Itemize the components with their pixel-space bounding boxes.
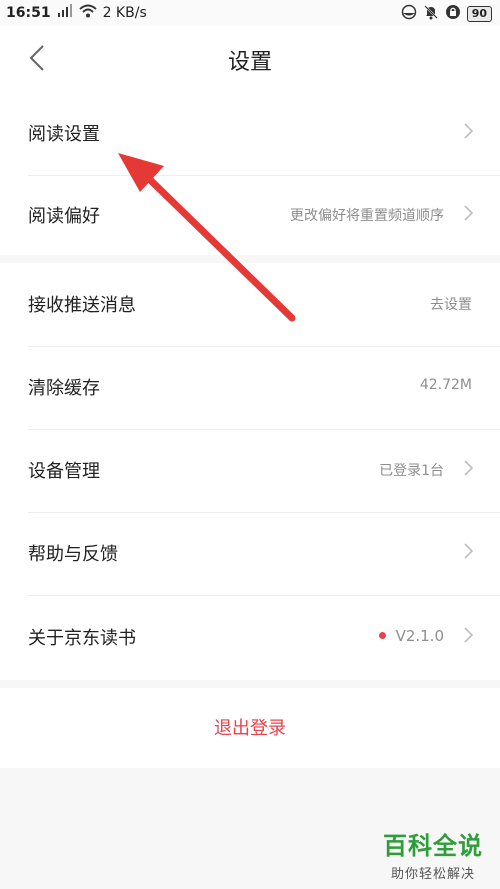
help-feedback-label: 帮助与反馈	[28, 544, 118, 565]
page-title: 设置	[227, 50, 272, 75]
settings-group-reading: 阅读设置 阅读偏好 更改偏好将重置频道顺序	[0, 92, 500, 255]
chevron-right-icon	[462, 203, 474, 223]
device-management-row[interactable]: 设备管理 已登录1台	[28, 429, 500, 513]
status-bar-left: 16:51 2 KB/s	[6, 4, 147, 22]
watermark-subtitle: 助你轻松解决	[390, 867, 475, 882]
help-feedback-row[interactable]: 帮助与反馈	[28, 512, 500, 596]
watermark-logo: 百科全说 助你轻松解决	[370, 826, 496, 886]
settings-group-general: 接收推送消息 去设置 清除缓存 42.72M 设备管理 已登录1台 帮助与反馈 …	[0, 263, 500, 680]
bell-off-icon	[423, 4, 439, 24]
device-management-value: 已登录1台	[379, 463, 444, 479]
reading-preferences-value: 更改偏好将重置频道顺序	[290, 208, 444, 224]
chevron-right-icon	[462, 121, 474, 141]
logout-area: 退出登录	[0, 688, 500, 768]
reading-settings-row[interactable]: 阅读设置	[28, 92, 500, 176]
push-messages-label: 接收推送消息	[28, 295, 136, 316]
status-time: 16:51	[6, 5, 51, 21]
reading-settings-label: 阅读设置	[28, 124, 100, 145]
chevron-right-icon	[462, 458, 474, 478]
wifi-icon	[78, 4, 97, 22]
clear-cache-row[interactable]: 清除缓存 42.72M	[28, 346, 500, 430]
lock-icon	[445, 4, 461, 24]
battery-indicator: 90	[466, 6, 492, 22]
header: 设置	[0, 26, 500, 92]
status-bar: 16:51 2 KB/s 90	[0, 0, 500, 26]
about-row[interactable]: 关于京东读书 V2.1.0	[28, 596, 500, 679]
chevron-right-icon	[462, 541, 474, 561]
version-text: V2.1.0	[395, 627, 444, 645]
version-value: V2.1.0	[378, 627, 444, 645]
push-messages-row[interactable]: 接收推送消息 去设置	[28, 263, 500, 347]
logout-button[interactable]: 退出登录	[0, 714, 500, 740]
reading-preferences-label: 阅读偏好	[28, 206, 100, 227]
cache-size-value: 42.72M	[419, 377, 472, 393]
chevron-right-icon	[462, 625, 474, 645]
device-management-label: 设备管理	[28, 461, 100, 482]
signal-icon	[57, 4, 73, 22]
status-bar-right: 90	[401, 4, 492, 24]
reading-preferences-row[interactable]: 阅读偏好 更改偏好将重置频道顺序	[28, 174, 500, 257]
network-speed: 2 KB/s	[102, 5, 147, 21]
about-label: 关于京东读书	[28, 628, 136, 649]
clear-cache-label: 清除缓存	[28, 378, 100, 399]
push-messages-value: 去设置	[430, 297, 472, 313]
watermark-title: 百科全说	[383, 832, 483, 860]
update-dot	[378, 631, 386, 639]
eye-comfort-icon	[401, 4, 417, 24]
